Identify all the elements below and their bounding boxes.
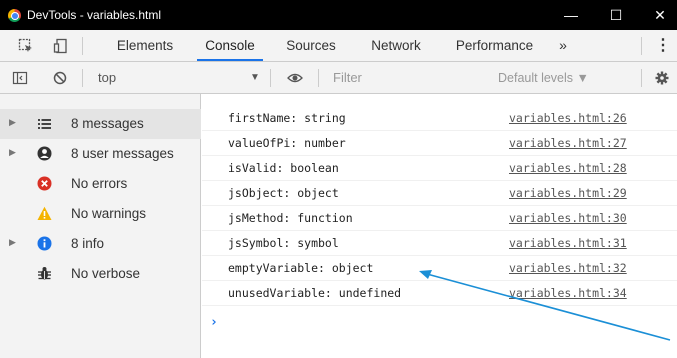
- sidebar-item-verbose[interactable]: No verbose: [0, 259, 201, 289]
- context-dropdown-arrow[interactable]: ▼: [250, 62, 260, 94]
- sidebar-item-label: 8 info: [71, 236, 105, 251]
- expand-arrow-icon[interactable]: ▶: [9, 237, 16, 248]
- sidebar-item-label: 8 user messages: [71, 146, 174, 161]
- console-sidebar: ▶ 8 messages ▶ 8 user messages No errors…: [0, 94, 201, 358]
- sidebar-item-info[interactable]: ▶ 8 info: [0, 229, 201, 259]
- panel-tab-bar: Elements Console Sources Network Perform…: [0, 30, 677, 62]
- list-icon: [37, 116, 52, 131]
- maximize-button[interactable]: ☐: [601, 4, 631, 26]
- log-message: jsObject: object: [228, 186, 339, 200]
- console-message-row: unusedVariable: undefined variables.html…: [202, 281, 677, 306]
- tab-sources[interactable]: Sources: [276, 30, 346, 61]
- sidebar-item-errors[interactable]: No errors: [0, 169, 201, 199]
- console-message-row: emptyVariable: object variables.html:32: [202, 256, 677, 281]
- source-link[interactable]: variables.html:32: [509, 261, 627, 275]
- expand-arrow-icon[interactable]: ▶: [9, 147, 16, 158]
- console-message-row: valueOfPi: number variables.html:27: [202, 131, 677, 156]
- expand-arrow-icon[interactable]: ▶: [9, 117, 16, 128]
- sidebar-item-messages[interactable]: ▶ 8 messages: [0, 109, 201, 139]
- sidebar-toggle-icon[interactable]: [12, 70, 28, 86]
- tab-performance[interactable]: Performance: [447, 30, 542, 61]
- filter-input[interactable]: Filter: [333, 62, 362, 94]
- chrome-icon: [8, 9, 21, 22]
- source-link[interactable]: variables.html:30: [509, 211, 627, 225]
- bug-icon: [37, 266, 52, 281]
- log-message: emptyVariable: object: [228, 261, 374, 275]
- sidebar-item-label: 8 messages: [71, 116, 144, 131]
- console-settings-gear-icon[interactable]: [654, 70, 670, 86]
- tab-console[interactable]: Console: [197, 30, 263, 61]
- tab-network[interactable]: Network: [360, 30, 432, 61]
- log-message: isValid: boolean: [228, 161, 339, 175]
- log-message: unusedVariable: undefined: [228, 286, 402, 300]
- tab-divider: [641, 37, 642, 55]
- log-message: valueOfPi: number: [228, 136, 346, 150]
- toolbar-divider: [270, 69, 271, 87]
- sidebar-item-label: No warnings: [71, 206, 147, 221]
- close-button[interactable]: ✕: [645, 4, 675, 26]
- context-selector[interactable]: top: [98, 62, 116, 94]
- console-message-row: firstName: string variables.html:26: [202, 106, 677, 131]
- sidebar-item-user-messages[interactable]: ▶ 8 user messages: [0, 139, 201, 169]
- sidebar-item-label: No verbose: [71, 266, 141, 281]
- clear-console-icon[interactable]: [52, 70, 68, 86]
- console-message-row: jsObject: object variables.html:29: [202, 181, 677, 206]
- more-tabs-button[interactable]: »: [553, 30, 573, 61]
- console-message-row: jsMethod: function variables.html:30: [202, 206, 677, 231]
- window-title: DevTools - variables.html: [27, 8, 162, 22]
- source-link[interactable]: variables.html:26: [509, 111, 627, 125]
- toolbar-divider: [82, 69, 83, 87]
- minimize-button[interactable]: —: [556, 4, 586, 26]
- error-icon: [37, 176, 52, 191]
- toolbar-divider: [641, 69, 642, 87]
- source-link[interactable]: variables.html:29: [509, 186, 627, 200]
- source-link[interactable]: variables.html:34: [509, 286, 627, 300]
- source-link[interactable]: variables.html:27: [509, 136, 627, 150]
- console-toolbar: top ▼ Filter Default levels ▼: [0, 62, 677, 94]
- log-levels-dropdown[interactable]: Default levels ▼: [498, 62, 589, 94]
- source-link[interactable]: variables.html:28: [509, 161, 627, 175]
- tab-divider: [82, 37, 83, 55]
- sidebar-item-warnings[interactable]: No warnings: [0, 199, 201, 229]
- tab-elements[interactable]: Elements: [101, 30, 189, 61]
- console-message-row: jsSymbol: symbol variables.html:31: [202, 231, 677, 256]
- title-bar: DevTools - variables.html — ☐ ✕: [0, 0, 677, 30]
- inspect-element-icon[interactable]: [18, 38, 34, 54]
- source-link[interactable]: variables.html:31: [509, 236, 627, 250]
- live-expression-eye-icon[interactable]: [287, 70, 303, 86]
- devtools-menu-button[interactable]: ⋮: [653, 30, 673, 61]
- log-message: jsMethod: function: [228, 211, 353, 225]
- device-toolbar-icon[interactable]: [53, 38, 69, 54]
- log-message: firstName: string: [228, 111, 346, 125]
- toolbar-divider: [318, 69, 319, 87]
- warning-icon: [37, 206, 52, 221]
- log-message: jsSymbol: symbol: [228, 236, 339, 250]
- console-prompt[interactable]: ›: [210, 315, 218, 330]
- info-icon: [37, 236, 52, 251]
- console-message-row: isValid: boolean variables.html:28: [202, 156, 677, 181]
- console-output[interactable]: firstName: string variables.html:26 valu…: [202, 94, 677, 358]
- sidebar-item-label: No errors: [71, 176, 128, 191]
- user-icon: [37, 146, 52, 161]
